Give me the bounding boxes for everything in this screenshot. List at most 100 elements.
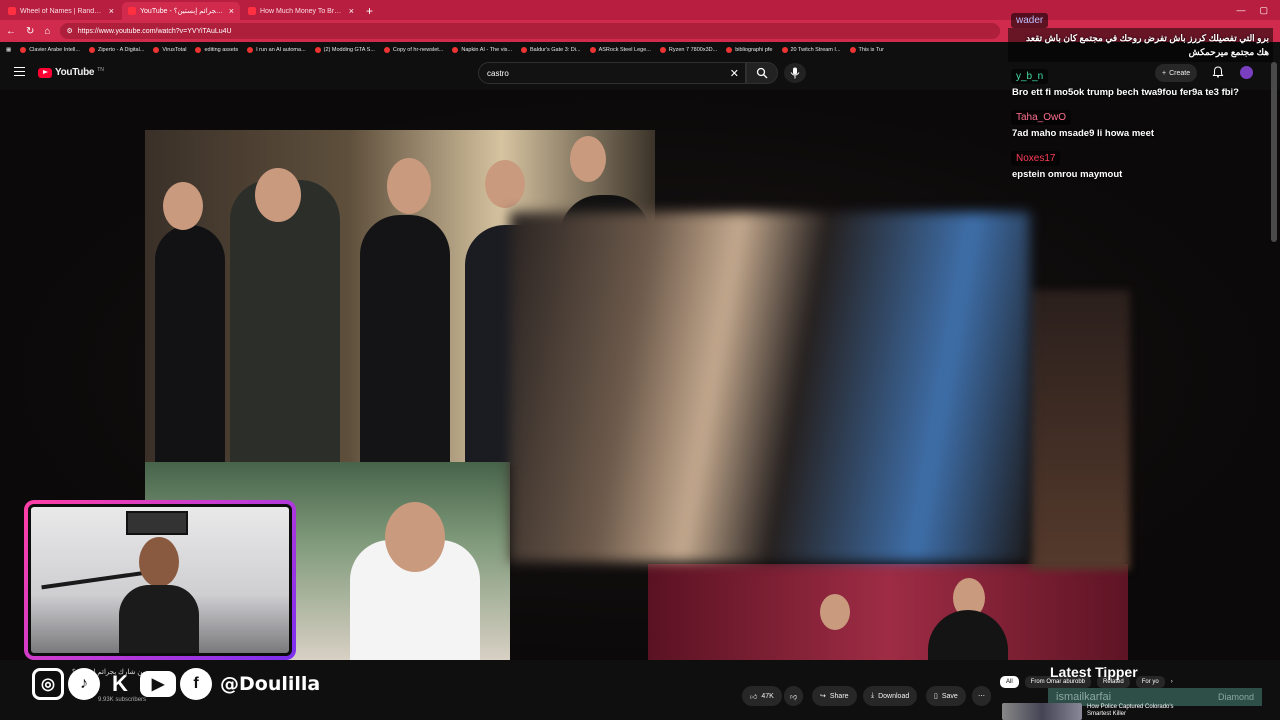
bookmark-item[interactable]: VirusTotal [153, 46, 187, 53]
chat-username: y_b_n [1011, 69, 1049, 84]
bookmark-icon [849, 46, 856, 53]
recommended-video-title[interactable]: How Police Captured Colorado's Smartest … [1087, 704, 1197, 718]
tab-youtube[interactable]: YouTube - مين شارك بجرائم إبستين؟ × [122, 2, 240, 20]
person-head [387, 158, 431, 214]
bookmark-label: Napkin AI - The vis... [461, 46, 513, 53]
youtube-logo[interactable]: YouTube TN [38, 67, 104, 78]
bookmarks-apps-icon[interactable]: ▦ [6, 47, 11, 53]
person-head [163, 182, 203, 230]
chat-scrollbar[interactable] [1271, 62, 1277, 242]
bookmark-label: VirusTotal [162, 46, 187, 53]
bookmark-item[interactable]: Napkin AI - The vis... [452, 46, 513, 53]
bookmark-icon [589, 46, 596, 53]
url-text: https://www.youtube.com/watch?v=YVYiTAuL… [77, 27, 232, 35]
thumbs-up-icon: 👍︎ [750, 693, 758, 701]
chip-for-you[interactable]: For yo [1135, 676, 1165, 688]
share-button[interactable]: ↪ Share [812, 686, 857, 706]
dislike-button[interactable]: 👎︎ [784, 686, 804, 706]
bookmark-item[interactable]: 20 Twitch Stream I... [781, 46, 841, 53]
home-icon[interactable]: ⌂ [44, 26, 50, 37]
menu-icon[interactable] [14, 67, 25, 76]
tab-wheel-of-names[interactable]: Wheel of Names | Random name × [2, 2, 120, 20]
tab-favicon-icon [8, 7, 16, 15]
youtube-favicon-icon [248, 7, 256, 15]
tab-break-up[interactable]: How Much Money To Break Up W × [242, 2, 360, 20]
person-figure [360, 215, 450, 465]
clear-search-icon[interactable]: ✕ [730, 67, 739, 80]
bookmark-icon [383, 46, 390, 53]
new-tab-button[interactable]: + [360, 2, 379, 20]
bookmark-label: This is Tur [858, 46, 884, 53]
bookmark-item[interactable]: (2) Modding GTA S... [314, 46, 375, 53]
close-tab-icon[interactable]: × [229, 6, 234, 16]
bookmark-item[interactable]: editing assets [195, 46, 238, 53]
blurred-photo [1030, 290, 1130, 570]
tab-title: YouTube - مين شارك بجرائم إبستين؟ [140, 8, 225, 15]
chat-text: Bro ett fi mo5ok trump bech twa9fou fer9… [1012, 87, 1239, 98]
create-button[interactable]: + Create [1155, 64, 1198, 82]
bookmark-item[interactable]: Ryzen 7 7800x3D... [659, 46, 717, 53]
chip-all[interactable]: All [1000, 676, 1019, 688]
notifications-bell-icon[interactable] [1212, 66, 1224, 78]
bookmark-icon [521, 46, 528, 53]
site-info-icon[interactable]: ⚙ [66, 27, 72, 35]
save-label: Save [941, 692, 958, 700]
bookmark-label: I run an AI automa... [256, 46, 306, 53]
social-handle: @Doulilla [220, 673, 321, 695]
bookmark-item[interactable]: I run an AI automa... [247, 46, 306, 53]
save-button[interactable]: ▯ Save [926, 686, 966, 706]
bookmark-icon [247, 46, 254, 53]
more-actions-button[interactable]: ⋯ [972, 686, 991, 706]
bookmark-icon [659, 46, 666, 53]
folder-icon [726, 46, 733, 53]
bookmark-item[interactable]: Baldur's Gate 3: Di... [521, 46, 581, 53]
bookmark-item[interactable]: ASRock Steel Lege... [589, 46, 651, 53]
bookmark-icon: ▯ [934, 693, 938, 700]
chat-list: y_b_n Bro ett fi mo5ok trump bech twa9fo… [1008, 66, 1273, 189]
bookmark-icon [88, 46, 95, 53]
streamer-body [119, 585, 199, 653]
person-head [485, 160, 525, 208]
reload-icon[interactable]: ↻ [26, 26, 34, 37]
download-button[interactable]: ⤓ Download [863, 686, 918, 706]
country-code: TN [97, 67, 104, 73]
instagram-icon: ◎ [32, 668, 64, 700]
webcam-frame [24, 500, 296, 660]
chevron-right-icon[interactable]: › [1171, 679, 1173, 685]
back-icon[interactable]: ← [6, 26, 16, 37]
kick-icon: K [112, 671, 128, 696]
like-button[interactable]: 👍︎ 47K [742, 686, 782, 706]
bookmark-item[interactable]: bibliographi pfe [726, 46, 773, 53]
url-field[interactable]: ⚙ https://www.youtube.com/watch?v=YVYiTA… [60, 23, 1001, 39]
bookmark-label: 20 Twitch Stream I... [790, 46, 841, 53]
recommended-video-thumbnail[interactable] [1002, 703, 1082, 720]
person-figure [155, 225, 225, 465]
close-tab-icon[interactable]: × [349, 6, 354, 16]
close-tab-icon[interactable]: × [109, 6, 114, 16]
tipper-name: ismailkarfai [1056, 691, 1112, 703]
chat-message: Taha_OwO 7ad maho msade9 li howa meet [1008, 107, 1273, 142]
tab-title: How Much Money To Break Up W [260, 7, 345, 15]
search-input[interactable]: castro ✕ [478, 62, 746, 84]
youtube-icon: ▶ [140, 671, 176, 697]
bookmark-item[interactable]: Clavier Arabe Intell... [20, 46, 80, 53]
bookmark-label: Clavier Arabe Intell... [29, 46, 80, 53]
chat-message: y_b_n Bro ett fi mo5ok trump bech twa9fo… [1008, 66, 1273, 101]
bookmark-label: bibliographi pfe [735, 46, 773, 53]
person-head [255, 168, 301, 222]
chat-message: Noxes17 epstein omrou maymout [1008, 148, 1273, 183]
search-button[interactable] [746, 62, 778, 84]
person-head [570, 136, 606, 182]
bookmark-item[interactable]: Copy of hr-newslet... [383, 46, 443, 53]
account-avatar[interactable] [1240, 66, 1253, 79]
folder-icon [195, 46, 202, 53]
bookmark-item[interactable]: Ziperto - A Digital... [88, 46, 144, 53]
thumbs-down-icon: 👎︎ [790, 693, 798, 701]
chat-username: Taha_OwO [1011, 110, 1072, 125]
share-label: Share [829, 692, 849, 700]
bookmark-item[interactable]: This is Tur [849, 46, 884, 53]
streamer-head [139, 537, 179, 587]
blurred-closeup-photo [510, 212, 1030, 562]
search-value: castro [487, 68, 509, 78]
voice-search-button[interactable] [784, 63, 806, 83]
